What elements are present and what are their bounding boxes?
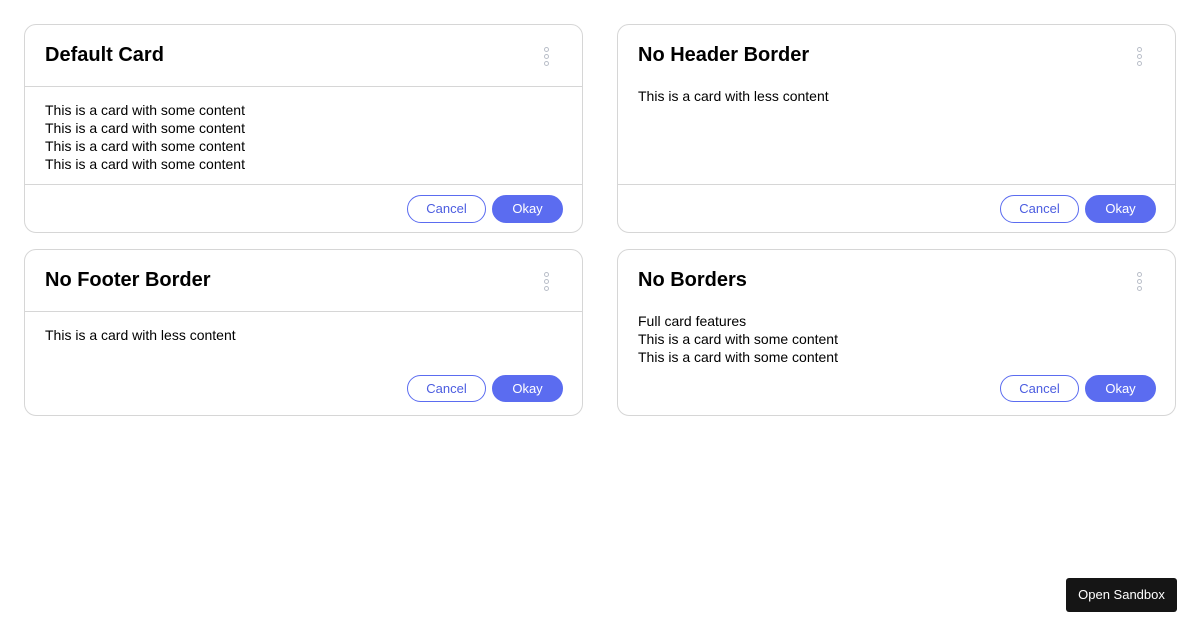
card-content-line: This is a card with less content xyxy=(45,327,236,343)
okay-button[interactable]: Okay xyxy=(492,375,563,402)
card-default: Default Card This is a card with some co… xyxy=(24,24,583,233)
cancel-button[interactable]: Cancel xyxy=(1000,375,1079,402)
more-vertical-icon[interactable] xyxy=(540,270,552,292)
more-vertical-icon[interactable] xyxy=(1133,270,1145,292)
card-body: This is a card with some content This is… xyxy=(45,101,562,173)
card-content-line: This is a card with less content xyxy=(638,88,829,104)
card-no-footer-border: No Footer Border This is a card with les… xyxy=(24,249,583,416)
card-title: Default Card xyxy=(45,44,164,66)
okay-button[interactable]: Okay xyxy=(1085,195,1156,223)
card-footer: Cancel Okay xyxy=(618,375,1175,415)
card-content-line: This is a card with some content xyxy=(45,138,245,154)
card-content-line: This is a card with some content xyxy=(45,156,245,172)
more-vertical-icon[interactable] xyxy=(540,45,552,67)
card-header: No Footer Border xyxy=(25,250,582,312)
card-content-line: This is a card with some content xyxy=(638,331,838,347)
card-content-line: This is a card with some content xyxy=(45,120,245,136)
card-header: No Header Border xyxy=(618,25,1175,87)
card-no-header-border: No Header Border This is a card with les… xyxy=(617,24,1176,233)
card-footer: Cancel Okay xyxy=(25,375,582,415)
okay-button[interactable]: Okay xyxy=(1085,375,1156,402)
cancel-button[interactable]: Cancel xyxy=(407,195,486,223)
card-no-borders: No Borders Full card features This is a … xyxy=(617,249,1176,416)
more-vertical-icon[interactable] xyxy=(1133,45,1145,67)
card-body: Full card features This is a card with s… xyxy=(638,312,1155,366)
card-title: No Header Border xyxy=(638,44,810,66)
card-body: This is a card with less content xyxy=(45,326,562,344)
card-content-line: Full card features xyxy=(638,313,747,329)
cancel-button[interactable]: Cancel xyxy=(1000,195,1079,223)
card-header: No Borders xyxy=(618,250,1175,312)
card-footer: Cancel Okay xyxy=(25,184,582,232)
open-sandbox-button[interactable]: Open Sandbox xyxy=(1066,578,1177,612)
card-content-line: This is a card with some content xyxy=(45,102,245,118)
cancel-button[interactable]: Cancel xyxy=(407,375,486,402)
card-title: No Borders xyxy=(638,269,747,291)
card-title: No Footer Border xyxy=(45,269,211,291)
card-body: This is a card with less content xyxy=(638,87,1155,105)
card-content-line: This is a card with some content xyxy=(638,349,838,365)
card-header: Default Card xyxy=(25,25,582,87)
okay-button[interactable]: Okay xyxy=(492,195,563,223)
card-footer: Cancel Okay xyxy=(618,184,1175,232)
